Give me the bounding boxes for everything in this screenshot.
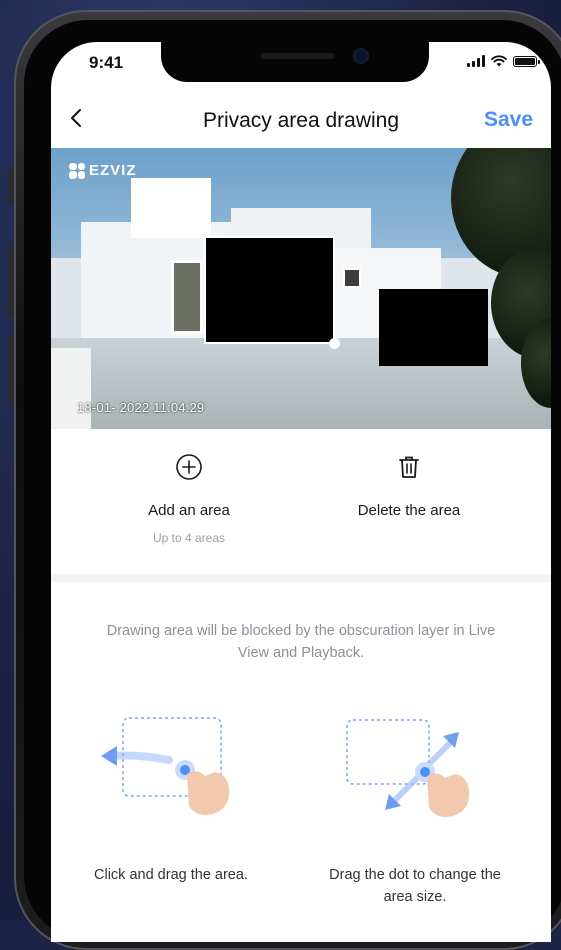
wifi-icon	[491, 55, 507, 67]
timestamp-overlay: 18-01- 2022 11:04:29	[77, 400, 205, 415]
resize-handle[interactable]	[329, 338, 340, 349]
privacy-area-selected[interactable]	[204, 236, 340, 349]
ezviz-logo: EZVIZ	[69, 162, 137, 179]
add-area-button[interactable]: Add an area Up to 4 areas	[89, 437, 289, 545]
trash-icon	[399, 456, 419, 478]
tip-caption-resize: Drag the dot to change the area size.	[329, 867, 501, 905]
notch	[161, 42, 429, 82]
signal-icon	[467, 55, 485, 67]
privacy-area[interactable]	[379, 289, 488, 366]
nav-bar: Privacy area drawing Save	[51, 94, 551, 146]
tip-caption-drag: Click and drag the area.	[94, 867, 248, 883]
drag-area-illustration	[101, 717, 230, 815]
volume-up-button	[8, 246, 14, 318]
add-area-label: Add an area	[148, 502, 230, 519]
page-title: Privacy area drawing	[202, 109, 400, 132]
delete-area-button[interactable]: Delete the area	[309, 437, 509, 519]
area-actions: Add an area Up to 4 areas Delete the are…	[51, 437, 551, 574]
add-circle-icon	[176, 454, 202, 480]
app-screen: 9:41 Privacy area drawing Save EZVIZ 18-…	[51, 42, 551, 942]
battery-icon	[513, 55, 540, 67]
add-area-hint: Up to 4 areas	[152, 531, 226, 545]
status-time: 9:41	[89, 53, 124, 72]
section-divider	[51, 574, 551, 582]
save-button[interactable]: Save	[484, 108, 533, 132]
mute-switch	[8, 168, 14, 204]
camera-preview[interactable]: EZVIZ 18-01- 2022 11:04:29	[51, 148, 551, 429]
delete-area-label: Delete the area	[357, 502, 461, 519]
brand-text: EZVIZ	[89, 162, 137, 179]
volume-down-button	[8, 334, 14, 406]
info-text: Drawing area will be blocked by the obsc…	[106, 623, 496, 661]
status-icons	[467, 55, 540, 67]
resize-area-illustration	[346, 719, 470, 817]
